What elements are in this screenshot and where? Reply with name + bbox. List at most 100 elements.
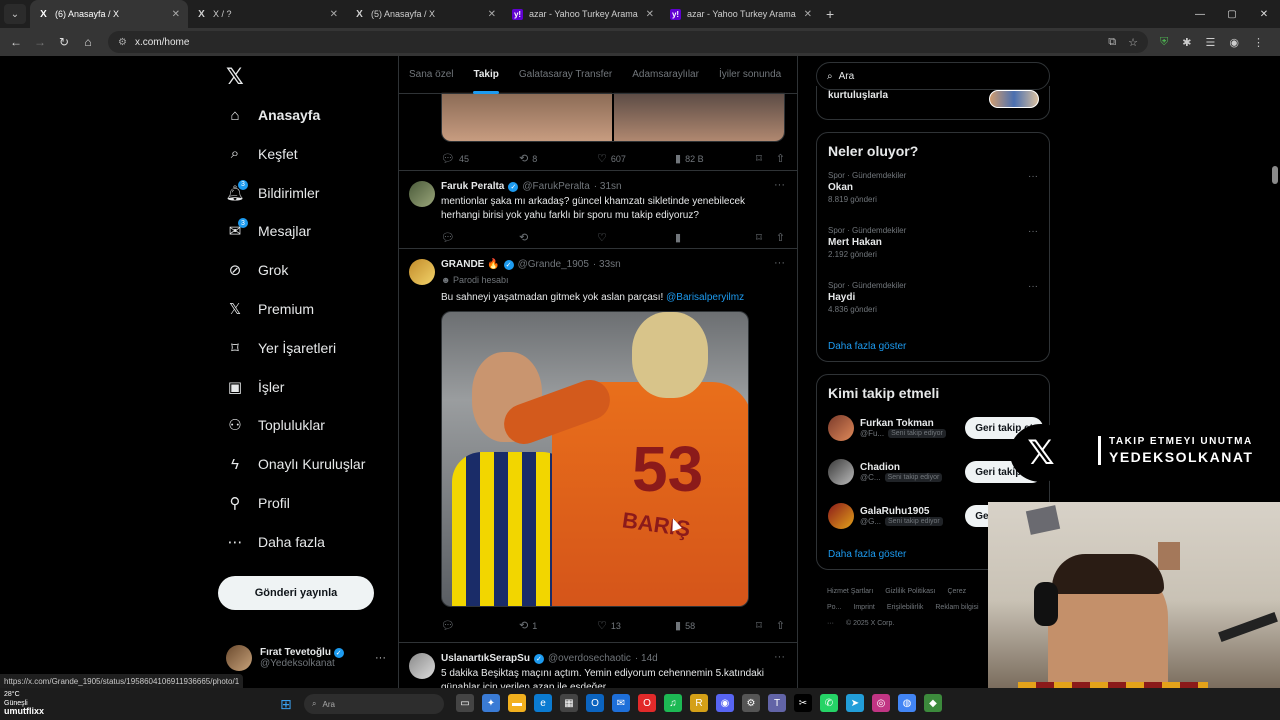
browser-tab[interactable]: X X / ? ✕ <box>188 0 346 28</box>
opera-icon[interactable]: O <box>638 694 656 712</box>
more-icon[interactable]: ··· <box>774 257 785 269</box>
site-info-icon[interactable]: ⚙ <box>118 37 127 48</box>
forward-button[interactable]: → <box>28 35 52 49</box>
more-icon[interactable]: ··· <box>375 652 386 664</box>
settings-icon[interactable]: ⚙ <box>742 694 760 712</box>
extensions-icon[interactable]: ✱ <box>1182 36 1191 49</box>
footer-link[interactable]: Imprint <box>853 604 874 611</box>
top-card[interactable]: kurtuluşlarla <box>816 86 1050 120</box>
like-button[interactable]: ♡ 607 <box>597 152 675 165</box>
footer-link[interactable]: Hizmet Şartları <box>827 588 873 595</box>
bookmark-icon[interactable]: ⌑ <box>756 619 762 632</box>
browser-tab[interactable]: X (5) Anasayfa / X ✕ <box>346 0 504 28</box>
nav-item-anasayfa[interactable]: ⌂ Anasayfa <box>226 102 320 128</box>
timeline-tab[interactable]: İyiler sonunda <box>709 56 791 94</box>
avatar[interactable] <box>409 259 435 285</box>
timeline-tab[interactable]: Sana özel <box>399 56 463 94</box>
author-name[interactable]: Faruk Peralta <box>441 181 504 192</box>
copilot-icon[interactable]: ✦ <box>482 694 500 712</box>
nav-item-i-şler[interactable]: ▣ İşler <box>226 374 285 400</box>
post-button[interactable]: Gönderi yayınla <box>218 576 374 610</box>
bookmark-icon[interactable]: ⌑ <box>756 231 762 244</box>
spotify-icon[interactable]: ♫ <box>664 694 682 712</box>
author-handle[interactable]: @FarukPeralta <box>522 181 589 192</box>
like-button[interactable]: ♡ <box>597 231 675 244</box>
minimize-button[interactable]: — <box>1184 0 1216 28</box>
author-handle[interactable]: @overdosechaotic <box>548 653 631 664</box>
taskbar-search[interactable]: ⌕ Ara <box>304 694 444 714</box>
nav-item-mesajlar[interactable]: ✉ 3 Mesajlar <box>226 218 311 244</box>
outlook-icon[interactable]: O <box>586 694 604 712</box>
discord-icon[interactable]: ◉ <box>716 694 734 712</box>
share-icon[interactable]: ⇧ <box>776 619 785 632</box>
reading-list-icon[interactable]: ☰ <box>1205 36 1215 49</box>
share-icon[interactable]: ⇧ <box>776 231 785 244</box>
new-tab-button[interactable]: + <box>826 6 834 22</box>
address-bar[interactable]: ⚙ x.com/home ⧉ ☆ <box>108 31 1148 53</box>
bookmark-star-icon[interactable]: ☆ <box>1128 36 1138 49</box>
browser-tab[interactable]: X (6) Anasayfa / X ✕ <box>30 0 188 28</box>
maximize-button[interactable]: ▢ <box>1216 0 1248 28</box>
capcut-icon[interactable]: ✂ <box>794 694 812 712</box>
post-time[interactable]: · 31sn <box>594 181 622 192</box>
footer-link[interactable]: Reklam bilgisi <box>935 604 978 611</box>
author-name[interactable]: UslanartıkSerapSu <box>441 653 530 664</box>
repost-button[interactable]: ⟲ 8 <box>519 152 597 165</box>
nav-item-daha-fazla[interactable]: ⋯ Daha fazla <box>226 529 325 555</box>
post-uslanartik[interactable]: UslanartıkSerapSu ✓ @overdosechaotic · 1… <box>399 642 797 688</box>
store-icon[interactable]: ▦ <box>560 694 578 712</box>
views-button[interactable]: ▮ 82 B <box>675 152 753 165</box>
nav-item-yer-i-şaretleri[interactable]: ⌑ Yer İşaretleri <box>226 335 336 361</box>
trend-item[interactable]: Spor · Gündemdekiler Okan 8.819 gönderi ··· <box>828 171 1038 204</box>
repost-button[interactable]: ⟲ <box>519 231 597 244</box>
post-grande[interactable]: GRANDE 🔥 ✓ @Grande_1905 · 33sn ··· ☻ Par… <box>399 248 797 642</box>
more-icon[interactable]: ··· <box>1028 281 1038 292</box>
timeline-tab[interactable]: Adamsaraylılar <box>622 56 709 94</box>
avatar[interactable] <box>409 181 435 207</box>
follow-suggestion[interactable]: Furkan Tokman @Fu... Seni takip ediyor Geri… <box>828 413 1043 443</box>
trend-item[interactable]: Spor · Gündemdekiler Mert Hakan 2.192 gönd… <box>828 226 1038 259</box>
mail-icon[interactable]: ✉ <box>612 694 630 712</box>
author-handle[interactable]: @Grande_1905 <box>518 259 589 270</box>
nav-item-premium[interactable]: 𝕏 Premium <box>226 296 314 322</box>
close-window-button[interactable]: ✕ <box>1248 0 1280 28</box>
footer-link[interactable]: Erişilebilirlik <box>887 604 924 611</box>
search-input[interactable]: Ara <box>839 71 855 82</box>
tab-close-icon[interactable]: ✕ <box>646 9 654 20</box>
tab-search-button[interactable]: ⌄ <box>4 4 26 24</box>
reply-button[interactable]: 💬︎ <box>441 619 519 632</box>
footer-link[interactable]: Gizlilik Politikası <box>885 588 935 595</box>
show-more-link[interactable]: Daha fazla göster <box>828 341 906 352</box>
edge-icon[interactable]: e <box>534 694 552 712</box>
shield-extension-icon[interactable]: ⛨ <box>1160 36 1168 49</box>
file-explorer-icon[interactable]: ▬ <box>508 694 526 712</box>
home-button[interactable]: ⌂ <box>76 35 100 49</box>
trend-item[interactable]: Spor · Gündemdekiler Haydi 4.836 gönderi ··… <box>828 281 1038 314</box>
windows-start-icon[interactable]: ⊞ <box>280 696 292 713</box>
avatar[interactable] <box>828 415 854 441</box>
install-app-icon[interactable]: ⧉ <box>1108 36 1116 49</box>
bookmark-icon[interactable]: ⌑ <box>756 152 762 165</box>
more-icon[interactable]: ··· <box>1028 226 1038 237</box>
author-name[interactable]: GRANDE 🔥 <box>441 259 500 270</box>
telegram-icon[interactable]: ➤ <box>846 694 864 712</box>
previous-post-image[interactable] <box>441 92 785 142</box>
timeline-tab[interactable]: Takip <box>463 56 508 94</box>
post-time[interactable]: · 14d <box>635 653 658 664</box>
account-switcher[interactable]: Fırat Tevetoğlu ✓ @Yedeksolkanat ··· <box>226 641 386 675</box>
x-logo-icon[interactable]: 𝕏 <box>226 64 244 90</box>
post-photo[interactable]: 53 BARIŞ <box>441 311 749 607</box>
reply-button[interactable]: 💬︎ 45 <box>441 152 519 165</box>
show-more-link[interactable]: Daha fazla göster <box>828 549 906 560</box>
menu-icon[interactable]: ⋮ <box>1253 36 1264 49</box>
views-button[interactable]: ▮ 58 <box>675 619 753 632</box>
teams-icon[interactable]: T <box>768 694 786 712</box>
reply-button[interactable]: 💬︎ <box>441 231 519 244</box>
more-icon[interactable]: ··· <box>1028 171 1038 182</box>
reload-button[interactable]: ↻ <box>52 35 76 49</box>
footer-link[interactable]: © 2025 X Corp. <box>846 620 894 627</box>
nav-item-grok[interactable]: ⊘ Grok <box>226 257 289 283</box>
post-time[interactable]: · 33sn <box>593 259 621 270</box>
mention-link[interactable]: @Barisalperyilmz <box>666 292 744 303</box>
tab-close-icon[interactable]: ✕ <box>804 9 812 20</box>
